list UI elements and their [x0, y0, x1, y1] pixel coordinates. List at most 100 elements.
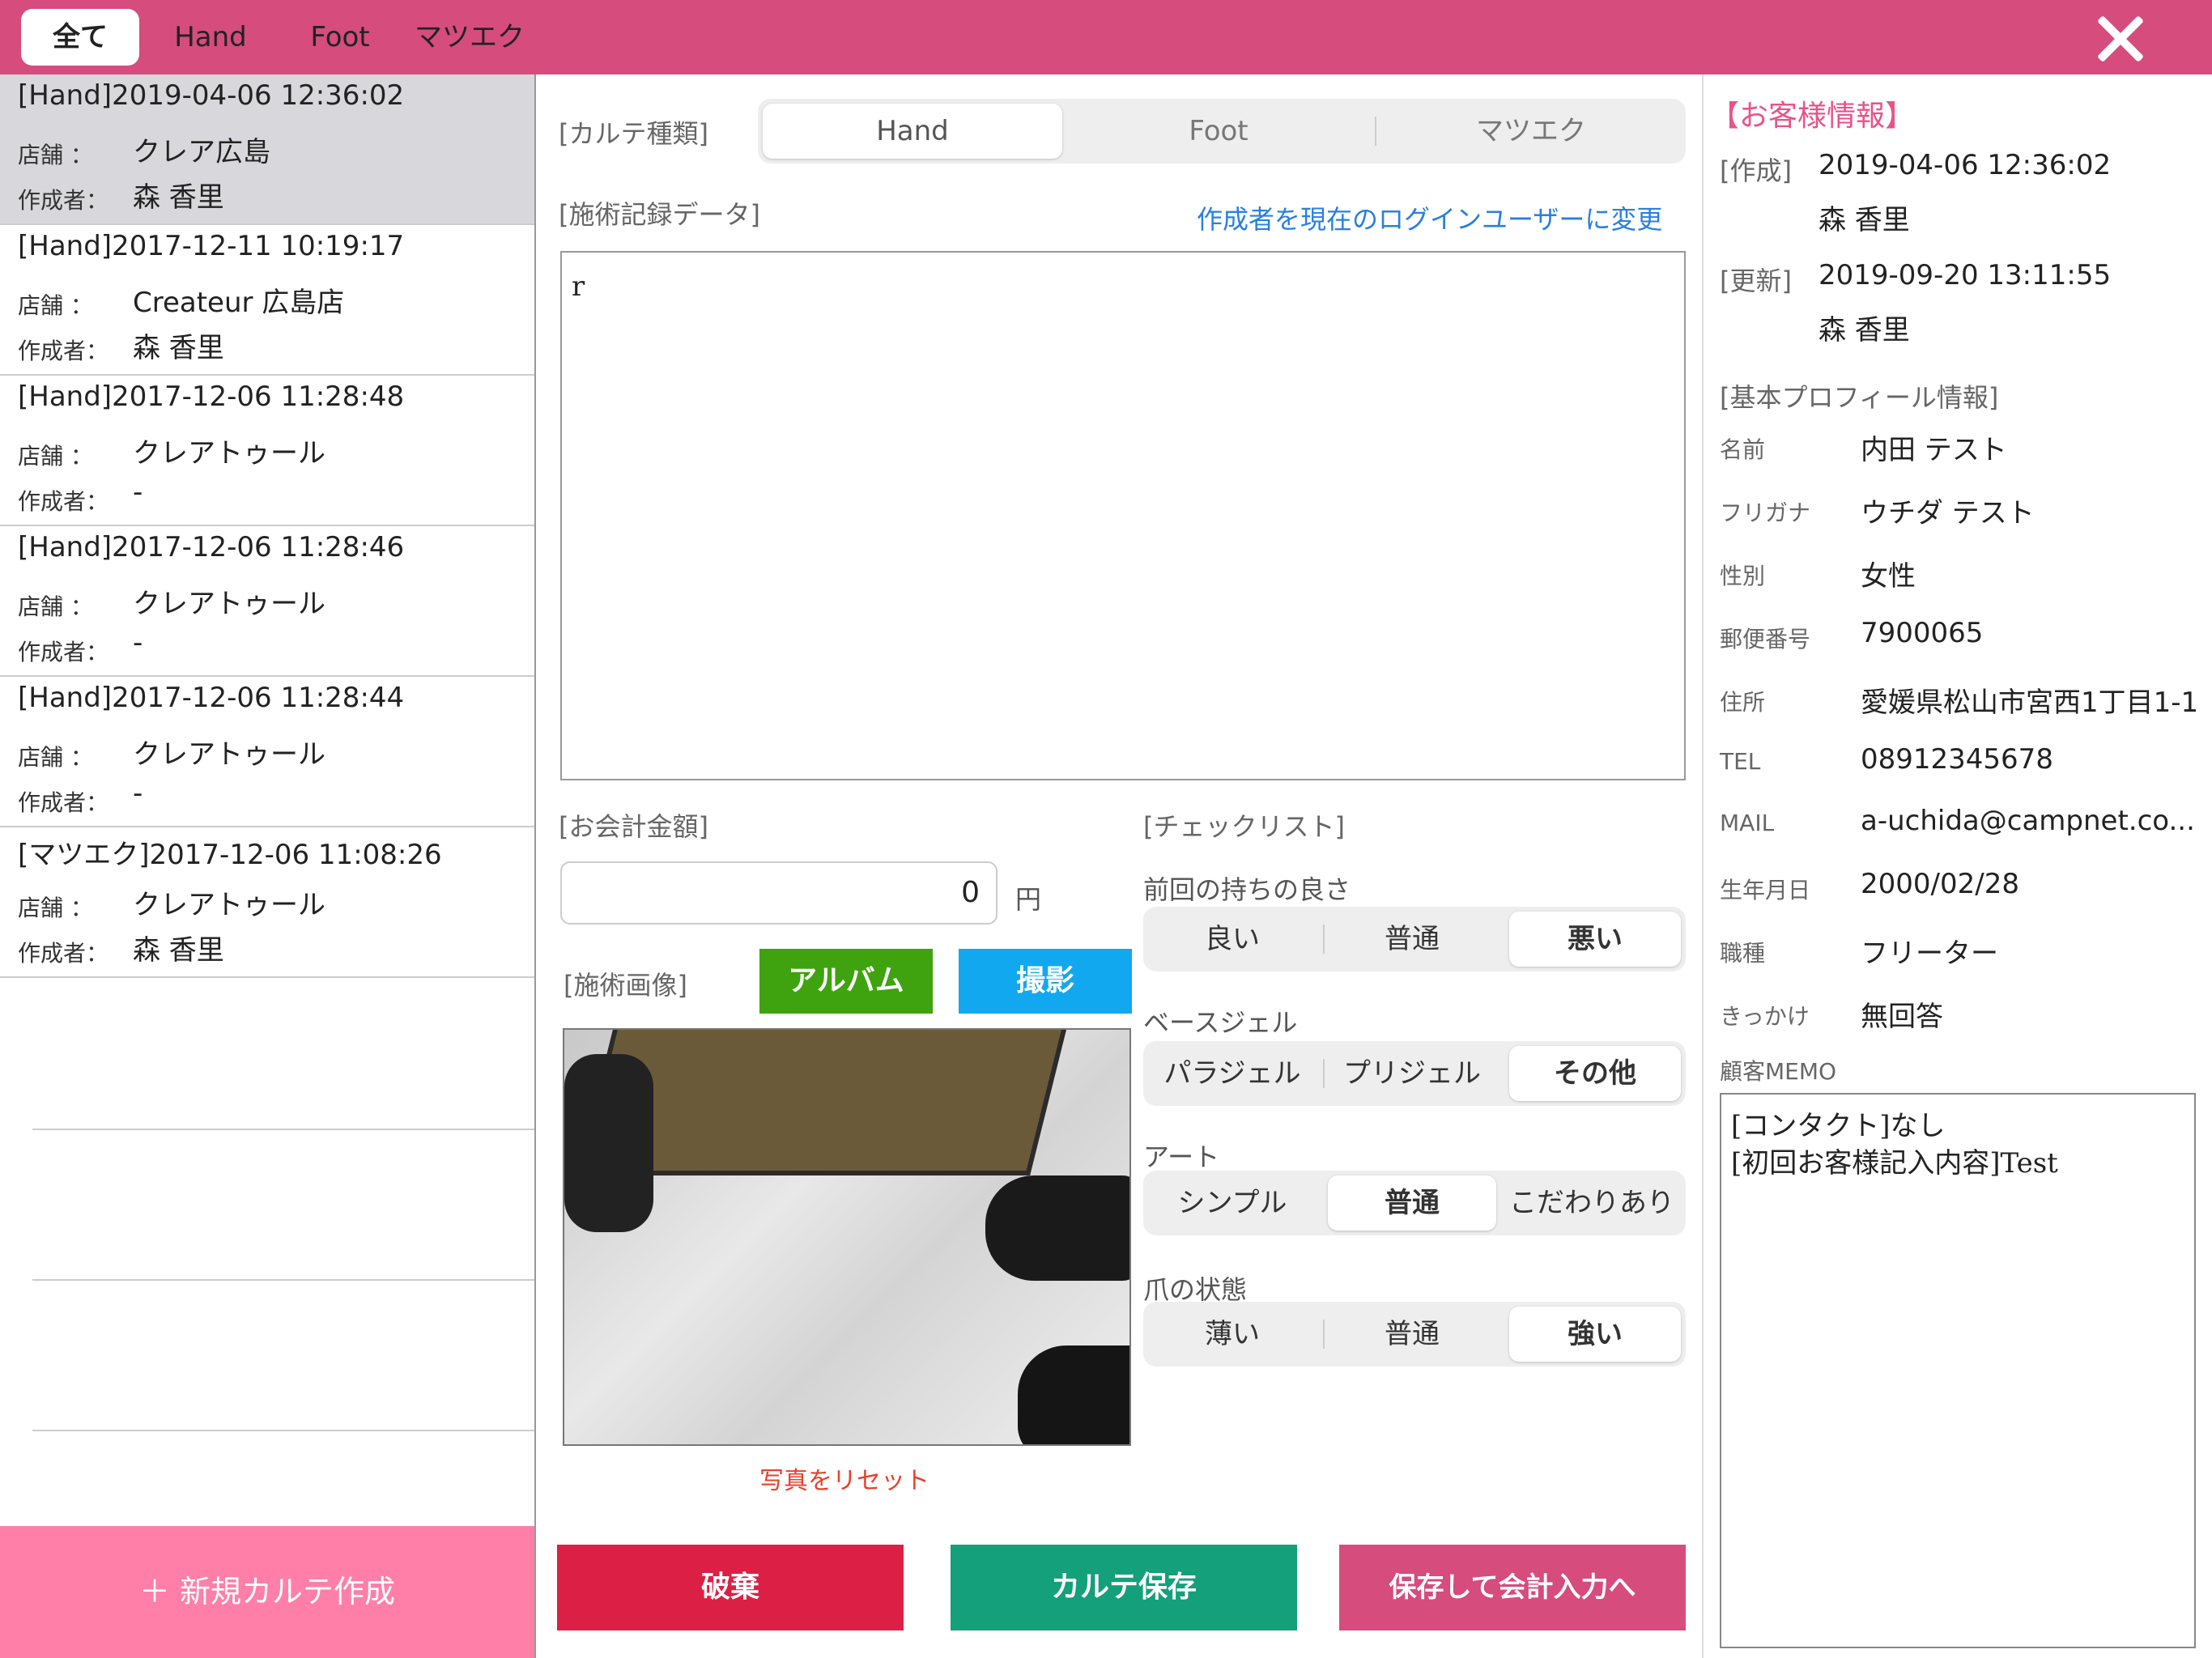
kind-matsueku[interactable]: マツエク: [1381, 104, 1681, 159]
memo-label: 顧客MEMO: [1720, 1058, 1837, 1085]
field-value: 7900065: [1861, 617, 1984, 649]
kind-hand[interactable]: Hand: [763, 104, 1062, 159]
checklist-title: アート: [1143, 1141, 1220, 1172]
author-label: 作成者：: [18, 940, 109, 967]
reset-photo-link[interactable]: 写真をリセット: [759, 1460, 929, 1496]
record-title: [Hand]2019-04-06 12:36:02: [18, 79, 405, 112]
top-bar: 全て Hand Foot マツエク: [0, 0, 2212, 74]
store-label: 店舗 ：: [18, 142, 93, 168]
memo-box[interactable]: [コンタクト]なし [初回お客様記入内容]Test: [1720, 1093, 2196, 1648]
field-value: フリーター: [1861, 937, 1998, 970]
author-label: 作成者：: [18, 789, 109, 816]
updated-at: 2019-09-20 13:11:55: [1819, 259, 2112, 291]
photo-leg: [985, 1175, 1129, 1281]
checklist-segmented-control: 良い 普通 悪い: [1143, 907, 1686, 971]
author-value: 森 香里: [133, 181, 224, 214]
save-button[interactable]: カルテ保存: [951, 1545, 1297, 1630]
store-label: 店舗 ：: [18, 443, 93, 470]
close-icon[interactable]: [2094, 13, 2146, 65]
field-value: 08912345678: [1861, 743, 2053, 776]
tab-all[interactable]: 全て: [21, 9, 139, 66]
field-label: フリガナ: [1720, 500, 1811, 526]
option-good[interactable]: 良い: [1148, 912, 1317, 967]
record-title: [Hand]2017-12-06 11:28:48: [18, 380, 405, 413]
record-title: [マツエク]2017-12-06 11:08:26: [18, 839, 442, 871]
created-by: 森 香里: [1819, 204, 1910, 236]
author-label: 作成者：: [18, 639, 109, 665]
record-list: [Hand]2019-04-06 12:36:02 店舗 ： クレア広島 作成者…: [0, 74, 536, 1658]
checklist-segmented-control: パラジェル プリジェル その他: [1143, 1041, 1686, 1106]
discard-button[interactable]: 破棄: [557, 1545, 904, 1630]
option-prigel[interactable]: プリジェル: [1328, 1046, 1496, 1101]
option-paragel[interactable]: パラジェル: [1148, 1046, 1317, 1101]
record-title: [Hand]2017-12-11 10:19:17: [18, 230, 405, 262]
save-checkout-button[interactable]: 保存して会計入力へ: [1339, 1545, 1686, 1630]
field-value: 女性: [1861, 560, 1916, 593]
list-divider: [32, 1430, 534, 1431]
author-value: 森 香里: [133, 934, 224, 967]
tab-matsueku[interactable]: マツエク: [405, 9, 534, 66]
checklist-segmented-control: 薄い 普通 強い: [1143, 1302, 1686, 1367]
kind-label: [カルテ種類]: [559, 118, 708, 149]
checklist-title: ベースジェル: [1143, 1007, 1298, 1038]
store-label: 店舗 ：: [18, 744, 93, 771]
checklist-segmented-control: シンプル 普通 こだわりあり: [1143, 1171, 1686, 1235]
list-item[interactable]: [Hand]2017-12-06 11:28:46 店舗 ： クレアトゥール 作…: [0, 526, 534, 677]
store-label: 店舗 ：: [18, 292, 93, 319]
list-item[interactable]: [Hand]2019-04-06 12:36:02 店舗 ： クレア広島 作成者…: [0, 74, 534, 225]
treatment-photo: [563, 1028, 1131, 1446]
field-value: a-uchida@campnet.co...: [1861, 805, 2195, 837]
author-value: 森 香里: [133, 332, 224, 364]
created-at: 2019-04-06 12:36:02: [1819, 149, 2112, 181]
record-textarea[interactable]: r: [560, 251, 1686, 780]
option-bad[interactable]: 悪い: [1509, 912, 1681, 967]
option-simple[interactable]: シンプル: [1148, 1175, 1317, 1231]
option-thin[interactable]: 薄い: [1148, 1307, 1317, 1362]
store-label: 店舗 ：: [18, 593, 93, 620]
camera-button[interactable]: 撮影: [959, 949, 1132, 1014]
author-label: 作成者：: [18, 488, 109, 515]
photo-slippers: [564, 1054, 653, 1232]
list-divider: [32, 1129, 534, 1130]
author-value: -: [133, 627, 143, 659]
list-item[interactable]: [マツエク]2017-12-06 11:08:26 店舗 ： クレアトゥール 作…: [0, 827, 534, 978]
tab-foot[interactable]: Foot: [283, 9, 397, 66]
store-value: クレア広島: [133, 136, 270, 168]
list-item[interactable]: [Hand]2017-12-11 10:19:17 店舗 ： Createur …: [0, 225, 534, 376]
option-strong[interactable]: 強い: [1509, 1307, 1681, 1362]
option-normal[interactable]: 普通: [1328, 1175, 1496, 1231]
field-label: 郵便番号: [1720, 626, 1811, 653]
new-record-button[interactable]: ＋ 新規カルテ作成: [0, 1526, 534, 1658]
kind-segmented-control: Hand Foot マツエク: [758, 99, 1686, 164]
field-label: 住所: [1720, 689, 1766, 716]
memo-line: [コンタクト]なし: [1731, 1110, 1946, 1142]
amount-input[interactable]: 0: [560, 861, 998, 925]
kind-foot[interactable]: Foot: [1069, 104, 1368, 159]
author-label: 作成者：: [18, 187, 109, 214]
created-label: [作成]: [1720, 155, 1792, 186]
field-value: 2000/02/28: [1861, 868, 2019, 900]
field-label: MAIL: [1720, 810, 1775, 836]
tab-hand[interactable]: Hand: [154, 9, 267, 66]
field-value: 無回答: [1861, 1001, 1943, 1033]
amount-label: [お会計金額]: [559, 811, 708, 842]
image-label: [施術画像]: [564, 970, 687, 1001]
option-normal[interactable]: 普通: [1328, 912, 1496, 967]
field-label: きっかけ: [1720, 1003, 1810, 1030]
option-particular[interactable]: こだわりあり: [1499, 1175, 1684, 1231]
divider: [1375, 117, 1376, 146]
updated-by: 森 香里: [1819, 314, 1910, 346]
store-value: クレアトゥール: [133, 588, 325, 620]
list-item[interactable]: [Hand]2017-12-06 11:28:48 店舗 ： クレアトゥール 作…: [0, 376, 534, 526]
list-item[interactable]: [Hand]2017-12-06 11:28:44 店舗 ： クレアトゥール 作…: [0, 677, 534, 827]
field-label: TEL: [1720, 748, 1761, 775]
field-label: 名前: [1720, 436, 1766, 463]
change-author-link[interactable]: 作成者を現在のログインユーザーに変更: [1197, 199, 1662, 236]
option-other[interactable]: その他: [1509, 1046, 1681, 1101]
option-normal[interactable]: 普通: [1328, 1307, 1496, 1362]
checklist-title: 前回の持ちの良さ: [1143, 874, 1351, 905]
record-data-label: [施術記録データ]: [559, 199, 760, 230]
album-button[interactable]: アルバム: [759, 949, 933, 1014]
author-label: 作成者：: [18, 338, 109, 364]
record-title: [Hand]2017-12-06 11:28:46: [18, 531, 405, 563]
